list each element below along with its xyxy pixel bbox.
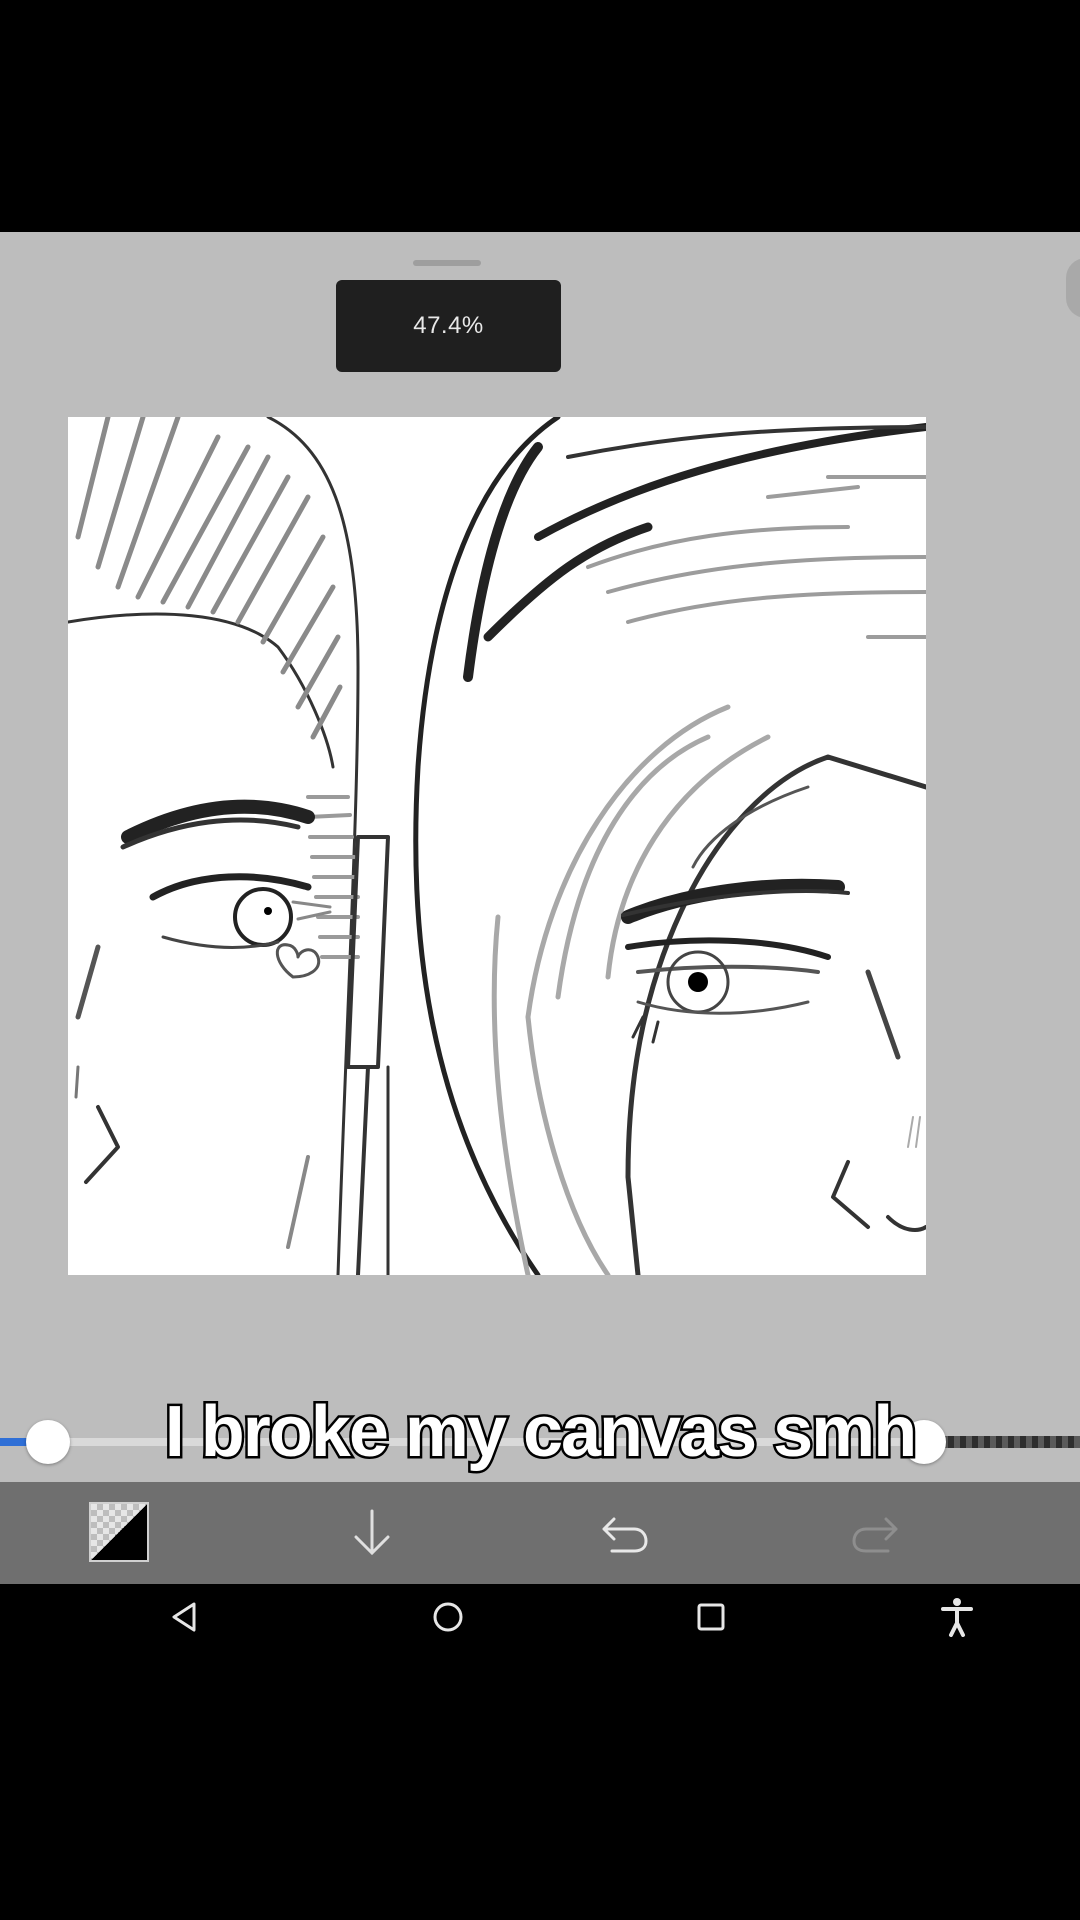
sketch-artwork — [68, 417, 926, 1275]
home-circle-icon[interactable] — [415, 1584, 481, 1650]
undo-icon[interactable] — [593, 1502, 655, 1564]
bottom-toolbar — [0, 1482, 1080, 1584]
redo-icon[interactable] — [845, 1502, 907, 1564]
system-navigation-bar — [0, 1584, 1080, 1650]
panel-grab-handle[interactable] — [413, 260, 481, 266]
arrow-down-icon[interactable] — [341, 1502, 403, 1564]
drawing-canvas[interactable] — [68, 417, 926, 1275]
recents-square-icon[interactable] — [678, 1584, 744, 1650]
zoom-indicator: 47.4% — [336, 280, 561, 372]
color-swatch-icon[interactable] — [89, 1502, 149, 1562]
accessibility-icon[interactable] — [924, 1584, 990, 1650]
video-caption: I broke my canvas smh — [162, 1392, 919, 1472]
back-triangle-icon[interactable] — [152, 1584, 218, 1650]
side-panel-tab[interactable] — [1066, 258, 1080, 318]
